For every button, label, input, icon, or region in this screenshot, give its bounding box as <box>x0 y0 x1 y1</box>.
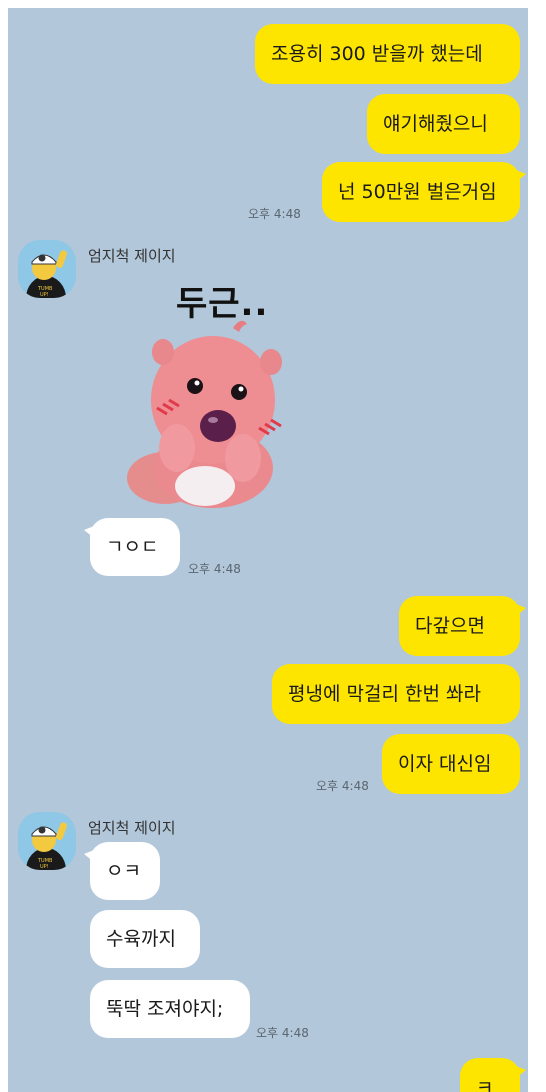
message-time: 오후 4:48 <box>188 562 241 576</box>
my-message-bubble[interactable]: 평냉에 막걸리 한번 쏴라 <box>272 664 520 724</box>
sender-name: 엄지척 제이지 <box>88 247 176 265</box>
message-text: 얘기해줬으니 <box>383 113 488 135</box>
my-message-bubble[interactable]: ㅋ <box>460 1058 526 1092</box>
other-message-bubble[interactable]: ㄱㅇㄷ <box>84 518 180 576</box>
screen-edge <box>528 0 546 1092</box>
my-message-bubble[interactable]: 다갚으면 <box>399 596 526 656</box>
message-text: ㄱㅇㄷ <box>106 536 159 558</box>
my-message-bubble[interactable]: 넌 50만원 벌은거임 <box>322 162 526 222</box>
sender-name: 엄지척 제이지 <box>88 819 176 837</box>
message-text: 수육까지 <box>106 928 176 950</box>
chat-area[interactable]: 조용히 300 받을까 했는데 얘기해줬으니 넌 50만원 벌은거임 오후 4:… <box>8 8 528 1092</box>
avatar[interactable]: TUMB UP! <box>18 240 76 298</box>
svg-text:UP!: UP! <box>40 864 49 870</box>
message-time: 오후 4:48 <box>316 779 369 793</box>
beaver-sticker-icon[interactable] <box>123 308 293 508</box>
my-message-bubble[interactable]: 이자 대신임 <box>382 734 520 794</box>
avatar-image-icon: TUMB UP! <box>18 812 76 870</box>
other-message-bubble[interactable]: 수육까지 <box>90 910 200 968</box>
message-time: 오후 4:48 <box>256 1026 309 1040</box>
my-message-bubble[interactable]: 얘기해줬으니 <box>367 94 520 154</box>
avatar[interactable]: TUMB UP! <box>18 812 76 870</box>
my-message-bubble[interactable]: 조용히 300 받을까 했는데 <box>255 24 520 84</box>
message-text: 다갚으면 <box>415 615 485 637</box>
avatar-image-icon: TUMB UP! <box>18 240 76 298</box>
other-message-bubble[interactable]: 뚝딱 조져야지; <box>90 980 250 1038</box>
message-text: 넌 50만원 벌은거임 <box>338 181 497 203</box>
message-text: 이자 대신임 <box>398 753 492 775</box>
svg-text:UP!: UP! <box>40 292 49 298</box>
message-time: 오후 4:48 <box>248 207 301 221</box>
message-text: ㅇㅋ <box>106 860 141 882</box>
message-text: ㅋ <box>476 1077 494 1092</box>
message-text: 평냉에 막걸리 한번 쏴라 <box>288 683 481 705</box>
other-message-bubble[interactable]: ㅇㅋ <box>84 842 160 900</box>
message-text: 조용히 300 받을까 했는데 <box>271 43 483 65</box>
message-text: 뚝딱 조져야지; <box>106 998 224 1020</box>
